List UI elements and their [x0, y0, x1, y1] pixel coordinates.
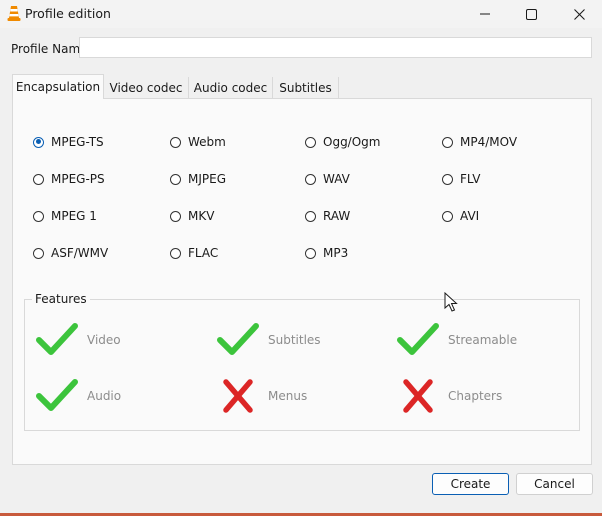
feature-menus: Menus [216, 378, 307, 414]
window-title: Profile edition [25, 6, 111, 21]
checkmark-icon [217, 323, 259, 355]
radio-mpeg-ts[interactable]: MPEG-TS [33, 135, 104, 149]
radio-circle [442, 173, 453, 185]
feature-label: Audio [87, 389, 122, 403]
radio-label: Webm [188, 135, 226, 149]
profile-name-input[interactable] [79, 37, 592, 58]
checkmark-icon [397, 323, 439, 355]
radio-label: MP4/MOV [460, 135, 518, 149]
encapsulation-panel: MPEG-TS Webm Ogg/Ogm MP4/MOV MPEG-PS MJP… [12, 98, 592, 465]
tab-audio-codec[interactable]: Audio codec [189, 77, 273, 99]
features-title: Features [32, 292, 90, 306]
radio-mp3[interactable]: MP3 [305, 246, 348, 260]
radio-circle [170, 173, 181, 185]
feature-streamable: Streamable [396, 322, 517, 358]
radio-flac[interactable]: FLAC [170, 246, 218, 260]
mouse-cursor-icon [444, 292, 458, 312]
feature-chapters: Chapters [396, 378, 502, 414]
radio-label: WAV [323, 172, 350, 186]
cancel-button[interactable]: Cancel [516, 473, 593, 495]
cross-icon [403, 379, 433, 413]
radio-circle [305, 136, 316, 148]
tab-subtitles[interactable]: Subtitles [273, 77, 339, 99]
profile-name-label: Profile Name [11, 42, 88, 56]
radio-label: MJPEG [188, 172, 227, 186]
radio-webm[interactable]: Webm [170, 135, 226, 149]
radio-mpeg-ps[interactable]: MPEG-PS [33, 172, 105, 186]
feature-label: Subtitles [268, 333, 321, 347]
feature-video: Video [35, 322, 121, 358]
feature-label: Menus [268, 389, 308, 403]
feature-label: Chapters [448, 389, 503, 403]
feature-label: Streamable [448, 333, 518, 347]
radio-asf-wmv[interactable]: ASF/WMV [33, 246, 108, 260]
radio-label: FLV [460, 172, 481, 186]
radio-raw[interactable]: RAW [305, 209, 350, 223]
radio-circle [170, 136, 181, 148]
dialog-body: Profile Name Encapsulation Video codec A… [0, 28, 602, 516]
close-button[interactable] [556, 0, 602, 28]
radio-label: MPEG 1 [51, 209, 97, 223]
radio-mkv[interactable]: MKV [170, 209, 214, 223]
radio-circle [33, 247, 44, 259]
radio-wav[interactable]: WAV [305, 172, 350, 186]
radio-circle [33, 136, 44, 148]
radio-mpeg-1[interactable]: MPEG 1 [33, 209, 97, 223]
radio-circle [170, 247, 181, 259]
radio-flv[interactable]: FLV [442, 172, 480, 186]
radio-circle [442, 136, 453, 148]
close-icon [573, 8, 585, 20]
radio-circle [305, 247, 316, 259]
radio-label: MPEG-PS [51, 172, 105, 186]
vlc-cone-icon [7, 6, 21, 21]
title-bar: Profile edition [0, 0, 602, 28]
radio-label: AVI [460, 209, 480, 223]
feature-audio: Audio [35, 378, 121, 414]
radio-label: RAW [323, 209, 351, 223]
radio-label: MP3 [323, 246, 349, 260]
radio-label: FLAC [188, 246, 219, 260]
cross-icon [223, 379, 253, 413]
radio-label: MKV [188, 209, 215, 223]
radio-circle [305, 210, 316, 222]
radio-circle [442, 210, 453, 222]
feature-subtitles: Subtitles [216, 322, 321, 358]
minimize-button[interactable] [462, 0, 508, 28]
radio-label: ASF/WMV [51, 246, 109, 260]
checkmark-icon [36, 323, 78, 355]
checkmark-icon [36, 379, 78, 411]
maximize-button[interactable] [508, 0, 554, 28]
radio-circle [305, 173, 316, 185]
tab-encapsulation[interactable]: Encapsulation [12, 74, 104, 99]
radio-label: Ogg/Ogm [323, 135, 381, 149]
radio-mjpeg[interactable]: MJPEG [170, 172, 226, 186]
radio-circle [33, 173, 44, 185]
radio-circle [170, 210, 181, 222]
radio-ogg-ogm[interactable]: Ogg/Ogm [305, 135, 380, 149]
radio-circle [33, 210, 44, 222]
minimize-icon [480, 13, 490, 15]
feature-label: Video [87, 333, 121, 347]
radio-label: MPEG-TS [51, 135, 104, 149]
radio-mp4-mov[interactable]: MP4/MOV [442, 135, 517, 149]
create-button[interactable]: Create [432, 473, 509, 495]
radio-avi[interactable]: AVI [442, 209, 479, 223]
maximize-icon [525, 8, 537, 20]
tab-video-codec[interactable]: Video codec [104, 77, 189, 99]
